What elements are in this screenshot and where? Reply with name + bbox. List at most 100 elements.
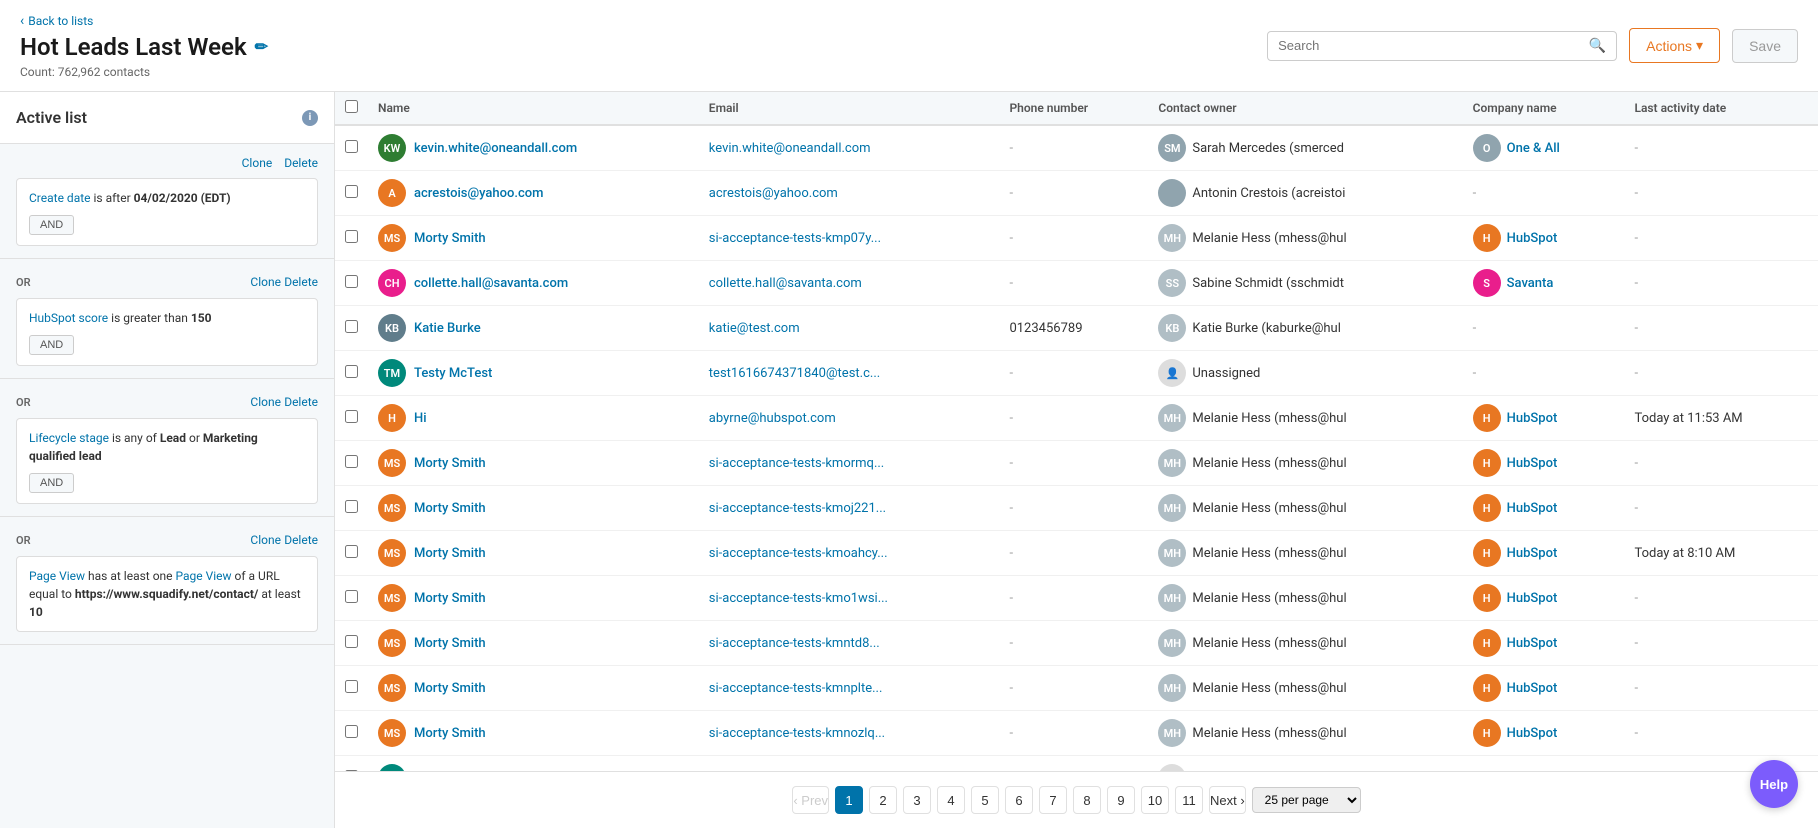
contact-email[interactable]: abyrne@hubspot.com: [709, 411, 836, 426]
page-10-button[interactable]: 10: [1141, 786, 1169, 814]
page-4-button[interactable]: 4: [937, 786, 965, 814]
search-box[interactable]: 🔍: [1267, 31, 1617, 61]
email-cell: si-acceptance-tests-kmoj221...: [699, 486, 1000, 531]
filter-card-3: Lifecycle stage is any of Lead or Market…: [16, 418, 318, 504]
filter-1-and-button[interactable]: AND: [29, 215, 74, 235]
contact-email[interactable]: collette.hall@savanta.com: [709, 276, 862, 291]
row-checkbox[interactable]: [345, 410, 358, 423]
row-checkbox[interactable]: [345, 635, 358, 648]
row-checkbox[interactable]: [345, 500, 358, 513]
row-checkbox[interactable]: [345, 590, 358, 603]
row-checkbox[interactable]: [345, 185, 358, 198]
contact-name[interactable]: Morty Smith: [414, 591, 486, 606]
row-checkbox[interactable]: [345, 680, 358, 693]
contact-email[interactable]: si-acceptance-tests-kmp07y...: [709, 231, 881, 246]
save-button[interactable]: Save: [1732, 29, 1798, 63]
contact-email[interactable]: si-acceptance-tests-kmnplte...: [709, 681, 883, 696]
email-cell: collette.hall@savanta.com: [699, 261, 1000, 306]
owner-avatar: MH: [1158, 719, 1186, 747]
owner-name: Melanie Hess (mhess@hul: [1192, 591, 1346, 606]
contact-email[interactable]: si-acceptance-tests-kmnozlq...: [709, 726, 885, 741]
back-link[interactable]: Back to lists: [20, 13, 268, 29]
contact-name[interactable]: Katie Burke: [414, 321, 481, 336]
contact-name[interactable]: Morty Smith: [414, 681, 486, 696]
company-name[interactable]: HubSpot: [1507, 546, 1558, 561]
contact-email[interactable]: test1616674371840@test.c...: [709, 366, 880, 381]
clone-filter-4[interactable]: Clone: [250, 533, 281, 547]
edit-icon[interactable]: ✏: [255, 37, 268, 56]
contact-email[interactable]: si-acceptance-tests-kmntd8...: [709, 636, 880, 651]
company-cell-td: H HubSpot: [1463, 531, 1625, 576]
row-checkbox[interactable]: [345, 455, 358, 468]
company-name[interactable]: HubSpot: [1507, 636, 1558, 651]
contact-name[interactable]: Morty Smith: [414, 456, 486, 471]
row-checkbox[interactable]: [345, 320, 358, 333]
contact-name[interactable]: Morty Smith: [414, 501, 486, 516]
filter-2-and-button[interactable]: AND: [29, 335, 74, 355]
page-7-button[interactable]: 7: [1039, 786, 1067, 814]
company-name[interactable]: HubSpot: [1507, 726, 1558, 741]
contact-email[interactable]: si-acceptance-tests-kmormq...: [709, 456, 884, 471]
row-checkbox[interactable]: [345, 365, 358, 378]
contact-name[interactable]: kevin.white@oneandall.com: [414, 141, 577, 156]
activity-cell: -: [1624, 171, 1818, 216]
contact-email[interactable]: si-acceptance-tests-kmoahcy...: [709, 546, 888, 561]
company-name[interactable]: Savanta: [1507, 276, 1554, 291]
page-6-button[interactable]: 6: [1005, 786, 1033, 814]
page-1-button[interactable]: 1: [835, 786, 863, 814]
per-page-select[interactable]: 25 per page 50 per page 100 per page: [1252, 787, 1361, 813]
row-checkbox[interactable]: [345, 140, 358, 153]
owner-avatar: MH: [1158, 494, 1186, 522]
company-name[interactable]: HubSpot: [1507, 681, 1558, 696]
contact-email[interactable]: si-acceptance-tests-kmo1wsi...: [709, 591, 888, 606]
search-input[interactable]: [1278, 38, 1589, 53]
page-5-button[interactable]: 5: [971, 786, 999, 814]
delete-filter-1[interactable]: Delete: [284, 156, 318, 170]
company-name[interactable]: HubSpot: [1507, 456, 1558, 471]
contact-email[interactable]: acrestois@yahoo.com: [709, 186, 838, 201]
company-name[interactable]: One & All: [1507, 141, 1560, 156]
delete-filter-2[interactable]: Delete: [284, 275, 318, 289]
company-name[interactable]: HubSpot: [1507, 231, 1558, 246]
row-checkbox[interactable]: [345, 275, 358, 288]
row-checkbox[interactable]: [345, 725, 358, 738]
select-all-checkbox[interactable]: [345, 100, 358, 113]
delete-filter-3[interactable]: Delete: [284, 395, 318, 409]
contact-email[interactable]: katie@test.com: [709, 321, 800, 336]
contact-name[interactable]: Morty Smith: [414, 636, 486, 651]
contact-name[interactable]: collette.hall@savanta.com: [414, 276, 568, 291]
email-cell: test1616603621192@test.c...: [699, 756, 1000, 772]
contact-email[interactable]: si-acceptance-tests-kmoj221...: [709, 501, 886, 516]
clone-filter-3[interactable]: Clone: [250, 395, 281, 409]
company-name[interactable]: HubSpot: [1507, 501, 1558, 516]
delete-filter-4[interactable]: Delete: [284, 533, 318, 547]
help-button[interactable]: Help: [1750, 760, 1798, 808]
clone-filter-2[interactable]: Clone: [250, 275, 281, 289]
table-row: TM Testy McTest test1616674371840@test.c…: [335, 351, 1818, 396]
contact-email[interactable]: kevin.white@oneandall.com: [709, 141, 871, 156]
contact-name[interactable]: Morty Smith: [414, 546, 486, 561]
contact-name[interactable]: Morty Smith: [414, 231, 486, 246]
page-9-button[interactable]: 9: [1107, 786, 1135, 814]
page-3-button[interactable]: 3: [903, 786, 931, 814]
company-name[interactable]: HubSpot: [1507, 591, 1558, 606]
info-icon[interactable]: i: [302, 110, 318, 126]
contact-name[interactable]: Hi: [414, 411, 427, 426]
clone-filter-1[interactable]: Clone: [242, 156, 273, 170]
contact-name[interactable]: Morty Smith: [414, 726, 486, 741]
contact-name[interactable]: acrestois@yahoo.com: [414, 186, 544, 201]
actions-button[interactable]: Actions ▾: [1629, 28, 1720, 63]
or-label-2: OR: [16, 276, 31, 289]
prev-button[interactable]: ‹ Prev: [792, 786, 829, 814]
page-11-button[interactable]: 11: [1175, 786, 1203, 814]
page-2-button[interactable]: 2: [869, 786, 897, 814]
row-checkbox[interactable]: [345, 230, 358, 243]
page-8-button[interactable]: 8: [1073, 786, 1101, 814]
contact-avatar: H: [378, 404, 406, 432]
company-name[interactable]: HubSpot: [1507, 411, 1558, 426]
filter-3-and-button[interactable]: AND: [29, 473, 74, 493]
contact-name[interactable]: Testy McTest: [414, 366, 492, 381]
next-button[interactable]: Next ›: [1209, 786, 1246, 814]
row-checkbox[interactable]: [345, 545, 358, 558]
owner-name: Sarah Mercedes (smerced: [1192, 141, 1344, 156]
